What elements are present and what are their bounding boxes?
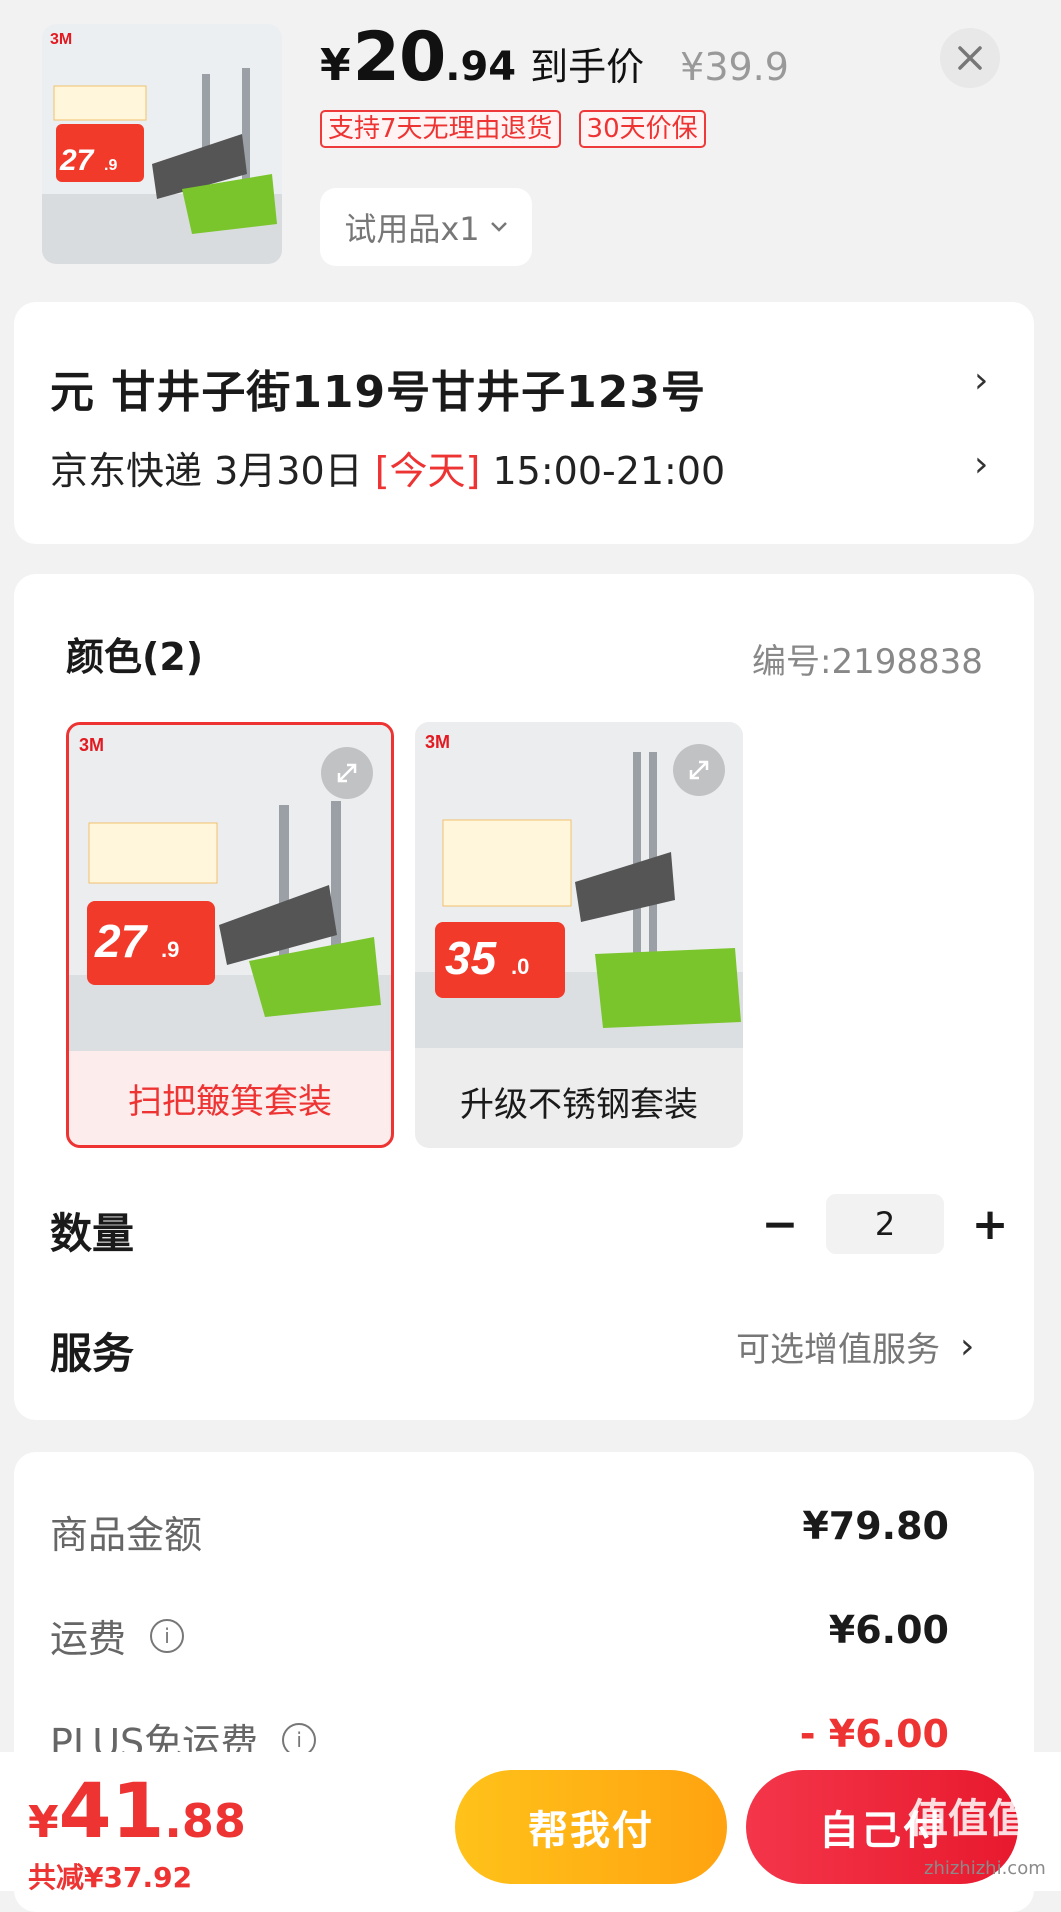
- goods-amount-text: 商品金额: [50, 1513, 203, 1557]
- trial-spec-selector[interactable]: 试用品x1: [320, 188, 532, 266]
- color-option-stainless-set[interactable]: 3M 35 .0 升级不锈钢套装: [415, 722, 743, 1148]
- option-name: 升级不锈钢套装: [460, 1084, 698, 1125]
- price-currency: ¥: [320, 40, 351, 91]
- close-icon: [958, 46, 982, 70]
- product-thumbnail[interactable]: 3M 27 .9: [42, 24, 282, 264]
- trial-spec-label: 试用品x1: [344, 210, 480, 248]
- option-brand-logo: 3M: [79, 735, 104, 755]
- address-card: [14, 302, 1034, 544]
- shipping-fee-text: 运费: [50, 1617, 127, 1661]
- color-section-title: 颜色(2): [66, 635, 204, 679]
- goods-amount-label: 商品金额: [50, 1504, 202, 1559]
- price-integer: 20: [352, 18, 447, 97]
- quantity-minus-button[interactable]: −: [752, 1199, 808, 1250]
- quantity-stepper: − 2 +: [752, 1194, 1018, 1254]
- option-promo-price-decimal: .9: [161, 937, 179, 962]
- shipping-fee-value: ¥6.00: [828, 1608, 949, 1652]
- option-promo-price: 35: [445, 932, 498, 984]
- delivery-address[interactable]: 元 甘井子街119号甘井子123号: [50, 356, 706, 420]
- delivery-date: 3月30日: [214, 449, 363, 493]
- watermark-logo: 值值值: [908, 1796, 1028, 1842]
- total-integer: 41: [58, 1766, 165, 1855]
- total-discount: 共减¥37.92: [28, 1861, 193, 1894]
- expand-icon[interactable]: [673, 744, 725, 796]
- address-chevron-right-icon[interactable]: ›: [974, 360, 988, 401]
- info-icon[interactable]: i: [150, 1618, 185, 1653]
- quantity-input[interactable]: 2: [826, 1194, 944, 1254]
- today-label: [今天]: [374, 449, 481, 493]
- plus-free-shipping-value: - ¥6.00: [799, 1712, 949, 1756]
- option-promo-price-decimal: .0: [511, 954, 529, 979]
- quantity-plus-button[interactable]: +: [962, 1199, 1018, 1250]
- total-decimal: .88: [164, 1794, 246, 1848]
- close-button[interactable]: [940, 28, 1000, 88]
- thumb-promo-price-decimal: .9: [104, 157, 117, 174]
- total-price: ¥ 41 .88: [28, 1766, 246, 1855]
- goods-amount-value: ¥79.80: [802, 1504, 949, 1548]
- schedule-chevron-right-icon[interactable]: ›: [974, 444, 988, 485]
- price-block: ¥ 20 .94 到手价 ¥39.9: [320, 18, 789, 97]
- return-policy-tag: 支持7天无理由退货: [320, 110, 561, 148]
- expand-icon[interactable]: [321, 747, 373, 799]
- original-price: ¥39.9: [680, 45, 789, 89]
- delivery-schedule[interactable]: 京东快递 3月30日 [今天] 15:00-21:00: [50, 440, 725, 495]
- price-decimal: .94: [445, 44, 517, 90]
- service-value: 可选增值服务: [736, 1330, 940, 1370]
- total-currency: ¥: [28, 1797, 59, 1848]
- delivery-window: 15:00-21:00: [492, 449, 726, 493]
- help-pay-button[interactable]: 帮我付: [455, 1770, 727, 1884]
- quantity-label: 数量: [50, 1209, 135, 1258]
- thumb-promo-price: 27: [59, 144, 95, 177]
- service-tags: 支持7天无理由退货 30天价保: [320, 110, 706, 148]
- price-label: 到手价: [530, 45, 645, 89]
- thumb-brand-logo: 3M: [50, 31, 72, 48]
- service-label: 服务: [50, 1329, 135, 1378]
- watermark-url: zhizhizhi.com: [924, 1858, 1046, 1879]
- shipping-fee-label: 运费 i: [50, 1608, 185, 1663]
- option-promo-price: 27: [94, 915, 149, 967]
- chevron-down-icon: [490, 222, 507, 232]
- price-protect-tag: 30天价保: [578, 110, 706, 148]
- option-name: 扫把簸箕套装: [128, 1081, 332, 1122]
- option-brand-logo: 3M: [425, 732, 450, 752]
- chevron-right-icon: ›: [960, 1326, 975, 1367]
- color-option-broom-dustpan-set[interactable]: 3M 27 .9 扫把簸箕套装: [66, 722, 394, 1148]
- value-added-service-link[interactable]: 可选增值服务 ›: [736, 1322, 974, 1371]
- sku-number: 编号:2198838: [752, 642, 983, 682]
- carrier-name: 京东快递: [50, 449, 203, 493]
